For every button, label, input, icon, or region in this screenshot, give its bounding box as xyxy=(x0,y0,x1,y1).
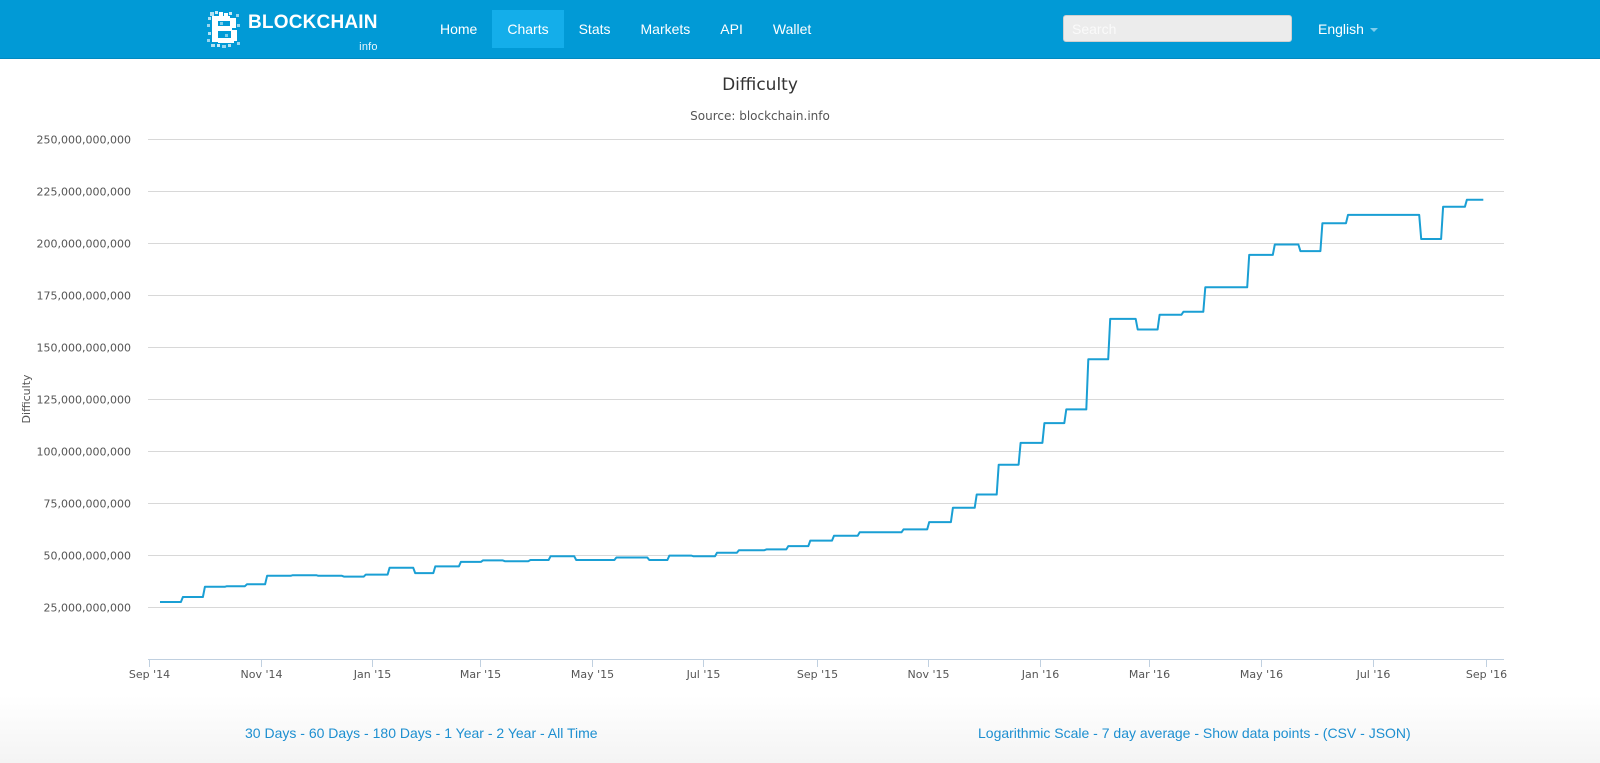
x-tick-label: Sep '15 xyxy=(797,668,838,681)
x-tick-label: Mar '15 xyxy=(460,668,501,681)
y-tick-label: 150,000,000,000 xyxy=(37,342,131,355)
y-tick-label: 100,000,000,000 xyxy=(37,446,131,459)
x-tick-label: Jan '16 xyxy=(1021,668,1059,681)
x-tick-label: Mar '16 xyxy=(1129,668,1170,681)
y-tick-label: 75,000,000,000 xyxy=(44,498,131,511)
y-tick-label: 225,000,000,000 xyxy=(37,186,131,199)
x-tick-label: Sep '14 xyxy=(129,668,170,681)
range-180-days[interactable]: 180 Days xyxy=(373,725,432,741)
y-axis-label: Difficulty xyxy=(20,374,33,424)
range-1-year[interactable]: 1 Year xyxy=(444,725,484,741)
x-axis-ticks: Sep '14 Nov '14 Jan '15 Mar '15 May '15 Jul '… xyxy=(129,659,1507,681)
y-tick-label: 200,000,000,000 xyxy=(37,238,131,251)
json-export-link[interactable]: JSON xyxy=(1369,725,1406,741)
y-tick-label: 175,000,000,000 xyxy=(37,290,131,303)
time-range-links: 30 Days - 60 Days - 180 Days - 1 Year - … xyxy=(245,725,598,741)
seven-day-average-link[interactable]: 7 day average xyxy=(1102,725,1191,741)
range-2-year[interactable]: 2 Year xyxy=(496,725,536,741)
grid-lines xyxy=(148,139,1504,608)
logarithmic-scale-link[interactable]: Logarithmic Scale xyxy=(978,725,1089,741)
difficulty-chart: 25,000,000,000 50,000,000,000 75,000,000,0… xyxy=(20,134,1507,682)
y-tick-label: 25,000,000,000 xyxy=(44,602,131,615)
x-tick-label: Nov '15 xyxy=(908,668,950,681)
y-tick-label: 50,000,000,000 xyxy=(44,550,131,563)
range-all-time[interactable]: All Time xyxy=(548,725,598,741)
csv-export-link[interactable]: CSV xyxy=(1327,725,1356,741)
x-tick-label: Jul '16 xyxy=(1356,668,1391,681)
range-30-days[interactable]: 30 Days xyxy=(245,725,296,741)
x-tick-label: Jul '15 xyxy=(686,668,721,681)
x-tick-label: May '16 xyxy=(1240,668,1283,681)
x-tick-label: Sep '16 xyxy=(1466,668,1507,681)
y-tick-label: 125,000,000,000 xyxy=(37,394,131,407)
x-tick-label: Nov '14 xyxy=(241,668,283,681)
x-tick-label: May '15 xyxy=(571,668,614,681)
range-60-days[interactable]: 60 Days xyxy=(309,725,360,741)
x-tick-label: Jan '15 xyxy=(353,668,391,681)
show-data-points-link[interactable]: Show data points xyxy=(1203,725,1310,741)
chart-option-links: Logarithmic Scale - 7 day average - Show… xyxy=(978,725,1411,741)
y-tick-label: 250,000,000,000 xyxy=(37,134,131,147)
y-axis-ticks: 25,000,000,000 50,000,000,000 75,000,000,0… xyxy=(37,134,131,615)
series-line-difficulty[interactable] xyxy=(160,198,1484,603)
